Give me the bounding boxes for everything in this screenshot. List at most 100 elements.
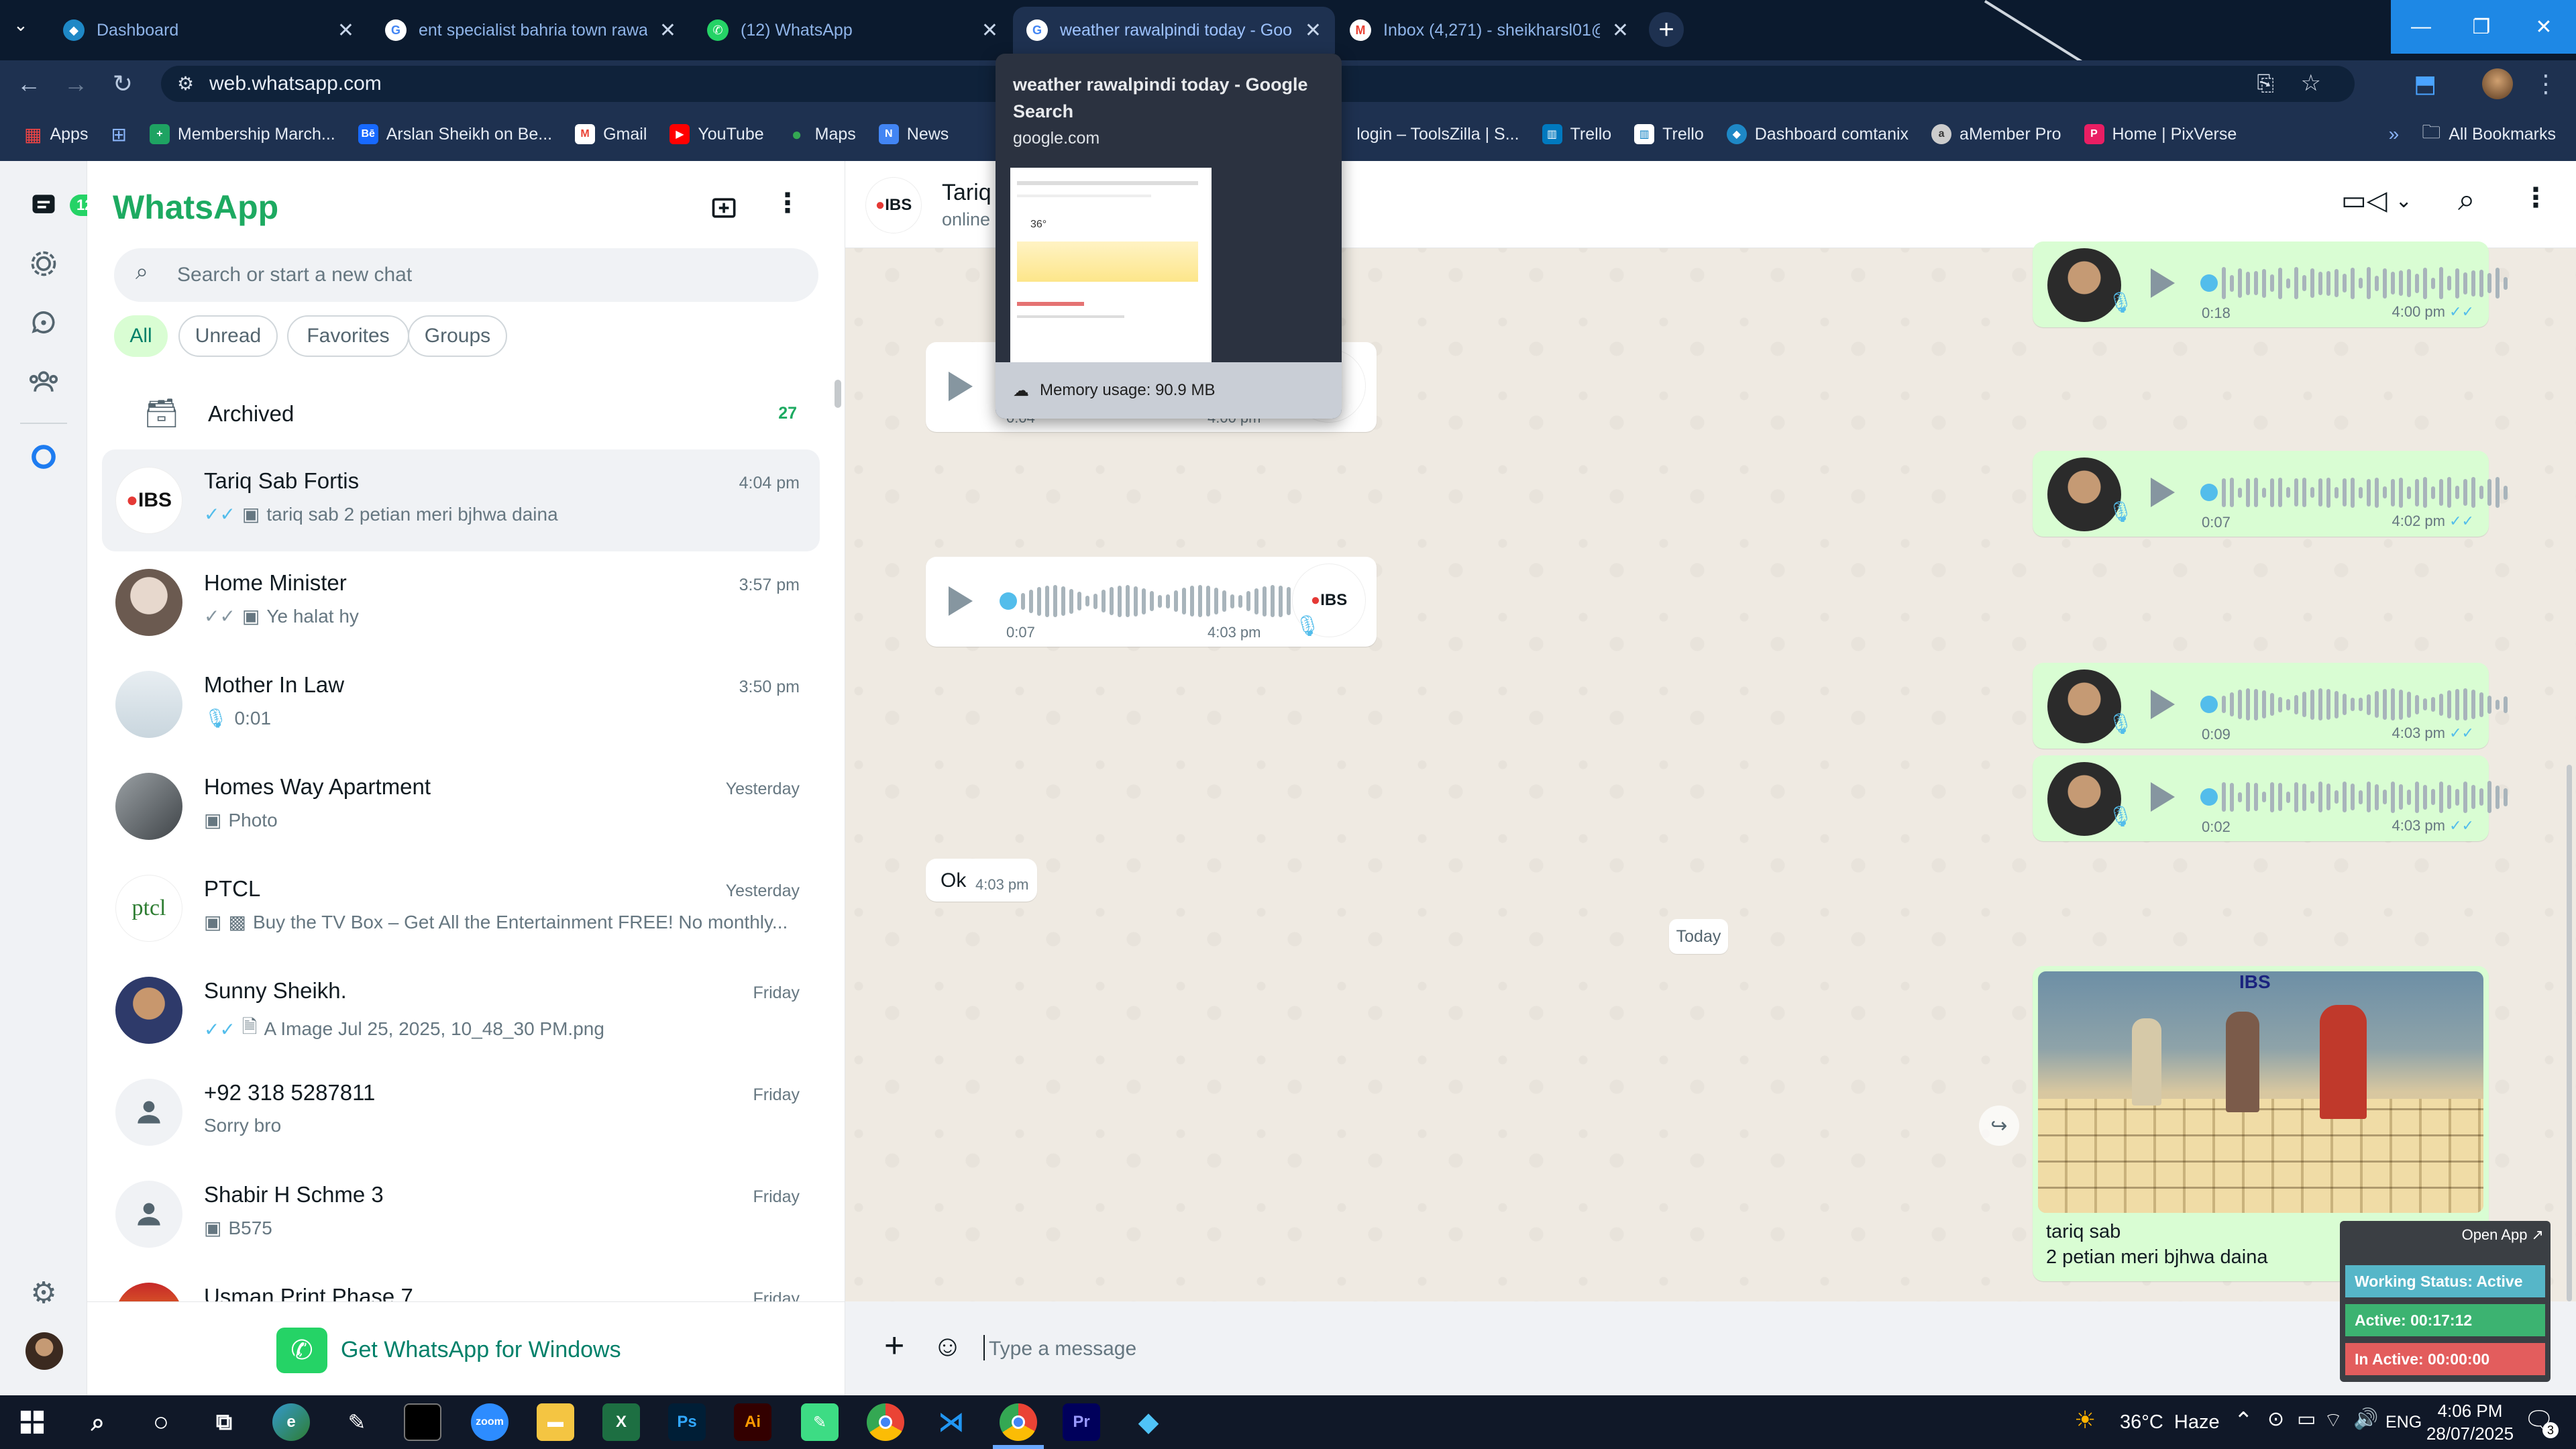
bookmark-amember[interactable]: a aMember Pro bbox=[1931, 124, 2061, 144]
bookmark-trello-2[interactable]: ▥ Trello bbox=[1634, 124, 1704, 144]
communities-nav-button[interactable] bbox=[24, 362, 63, 401]
tab-gmail-inbox[interactable]: M Inbox (4,271) - sheikharsl01@g ✕ bbox=[1336, 7, 1642, 54]
voice-waveform[interactable] bbox=[2200, 466, 2508, 519]
close-tab-icon[interactable]: ✕ bbox=[337, 19, 354, 42]
bookmark-youtube[interactable]: ▶ YouTube bbox=[669, 124, 764, 144]
bookmark-comtanix[interactable]: ◆ Dashboard comtanix bbox=[1726, 124, 1909, 144]
edge-icon[interactable]: e bbox=[272, 1403, 310, 1441]
chrome-active-icon[interactable] bbox=[1000, 1403, 1037, 1441]
close-tab-icon[interactable]: ✕ bbox=[659, 19, 676, 42]
voice-waveform[interactable] bbox=[1000, 574, 1307, 628]
sticker-emoji-icon[interactable]: ☺ bbox=[932, 1330, 963, 1363]
settings-nav-button[interactable]: ⚙ bbox=[24, 1273, 63, 1312]
tray-wifi-icon[interactable]: ⌔ bbox=[2324, 1407, 2343, 1433]
search-icon[interactable]: ⌕ bbox=[2458, 181, 2475, 219]
illustrator-icon[interactable]: Ai bbox=[734, 1403, 771, 1441]
premiere-icon[interactable]: Pr bbox=[1063, 1403, 1100, 1441]
chrome-menu-icon[interactable]: ⋮ bbox=[2529, 67, 2563, 101]
chrome-icon[interactable] bbox=[867, 1403, 904, 1441]
clock-time[interactable]: 4:06 PM bbox=[2423, 1401, 2517, 1421]
conversation-scrollbar[interactable] bbox=[2567, 765, 2572, 1301]
tray-network-icon[interactable]: ⊙ bbox=[2267, 1407, 2284, 1431]
tray-monitor-icon[interactable]: ▭ bbox=[2297, 1407, 2316, 1431]
chat-row[interactable]: ●IBS Tariq Sab Fortis 4:04 pm ✓✓ ▣ tariq s… bbox=[102, 449, 820, 551]
back-arrow-icon[interactable]: ← bbox=[12, 67, 46, 101]
weather-text[interactable]: 36°C Haze bbox=[2120, 1411, 2220, 1434]
weather-icon[interactable]: ☀ bbox=[2074, 1406, 2096, 1434]
bookmark-maps[interactable]: ● Maps bbox=[787, 124, 856, 144]
bookmark-star-icon[interactable]: ☆ bbox=[2301, 70, 2321, 97]
voice-waveform[interactable] bbox=[2200, 678, 2508, 731]
extensions-puzzle-icon[interactable]: ⬒ bbox=[2408, 67, 2442, 101]
pen-tool-icon[interactable]: ✎ bbox=[338, 1403, 376, 1441]
file-explorer-icon[interactable]: ▬ bbox=[537, 1403, 574, 1441]
tab-search-chevron-icon[interactable]: ⌄ bbox=[13, 15, 28, 36]
status-nav-button[interactable] bbox=[24, 244, 63, 283]
video-call-button[interactable]: ▭◁ ⌄ bbox=[2341, 185, 2412, 216]
close-tab-icon[interactable]: ✕ bbox=[1612, 19, 1629, 42]
close-tab-icon[interactable]: ✕ bbox=[1305, 19, 1322, 42]
tray-volume-icon[interactable]: 🔊 bbox=[2353, 1407, 2378, 1431]
site-info-icon[interactable]: ⚙ bbox=[177, 72, 194, 95]
bookmarks-overflow-chevron-icon[interactable]: » bbox=[2389, 123, 2400, 145]
restore-button[interactable]: ❐ bbox=[2451, 0, 2512, 54]
chat-row[interactable]: +92 318 5287811 Friday Sorry bro bbox=[102, 1061, 820, 1163]
play-button[interactable] bbox=[2151, 478, 2175, 507]
message-input[interactable]: Type a message bbox=[979, 1318, 2422, 1379]
forward-button[interactable]: ↪ bbox=[1979, 1106, 2019, 1146]
archived-row[interactable]: 🗃 Archived 27 bbox=[87, 376, 832, 449]
chat-row[interactable]: ptcl PTCL Yesterday ▣ ▩ Buy the TV Box – G… bbox=[102, 857, 820, 959]
language-indicator[interactable]: ENG bbox=[2385, 1413, 2422, 1432]
comtanix-app-icon[interactable]: ◆ bbox=[1130, 1403, 1167, 1441]
tab-ent-specialist[interactable]: G ent specialist bahria town rawal ✕ bbox=[372, 7, 690, 54]
tab-weather[interactable]: G weather rawalpindi today - Goo ✕ bbox=[1013, 7, 1335, 54]
bookmark-grid[interactable]: ⊞ bbox=[111, 123, 126, 146]
chat-row[interactable]: Home Minister 3:57 pm ✓✓ ▣ Ye halat hy bbox=[102, 551, 820, 653]
play-button[interactable] bbox=[2151, 782, 2175, 812]
forward-arrow-icon[interactable]: → bbox=[59, 67, 93, 101]
open-app-button[interactable]: Open App ↗ bbox=[2462, 1226, 2544, 1244]
voice-waveform[interactable] bbox=[2200, 770, 2508, 824]
green-app-icon[interactable]: ✎ bbox=[801, 1403, 839, 1441]
search-input[interactable]: ⌕ Search or start a new chat bbox=[114, 248, 818, 302]
vscode-icon[interactable]: ⋊ bbox=[932, 1403, 970, 1441]
bookmark-trello-1[interactable]: ▥ Trello bbox=[1542, 124, 1611, 144]
profile-avatar[interactable] bbox=[2482, 68, 2513, 99]
excel-icon[interactable]: X bbox=[602, 1403, 640, 1441]
bookmark-pixverse[interactable]: P Home | PixVerse bbox=[2084, 124, 2237, 144]
tab-whatsapp[interactable]: ✆ (12) WhatsApp ✕ bbox=[694, 7, 1012, 54]
play-button[interactable] bbox=[2151, 268, 2175, 298]
clock-date[interactable]: 28/07/2025 bbox=[2423, 1424, 2517, 1444]
cortana-circle-icon[interactable]: ○ bbox=[142, 1403, 180, 1441]
filter-unread[interactable]: Unread bbox=[178, 315, 278, 357]
install-app-icon[interactable]: ⎘ bbox=[2257, 71, 2274, 97]
chats-nav-button[interactable]: 12 bbox=[24, 185, 100, 224]
start-windows-icon[interactable] bbox=[13, 1403, 51, 1441]
meta-ai-button[interactable] bbox=[24, 437, 63, 476]
chat-menu-icon[interactable]: ⋮ bbox=[2522, 182, 2549, 213]
filter-favorites[interactable]: Favorites bbox=[287, 315, 409, 357]
all-bookmarks[interactable]: 🗀 All Bookmarks bbox=[2422, 118, 2576, 150]
bookmark-news[interactable]: N News bbox=[878, 124, 949, 144]
tab-dashboard[interactable]: ◆ Dashboard ✕ bbox=[50, 7, 368, 54]
filter-all[interactable]: All bbox=[114, 315, 168, 357]
play-button[interactable] bbox=[949, 372, 973, 401]
new-chat-button[interactable] bbox=[704, 188, 745, 228]
profile-avatar[interactable] bbox=[25, 1332, 63, 1370]
filter-groups[interactable]: Groups bbox=[408, 315, 507, 357]
shared-photo[interactable]: IBS bbox=[2038, 971, 2483, 1213]
close-tab-icon[interactable]: ✕ bbox=[981, 19, 998, 42]
close-window-button[interactable]: ✕ bbox=[2512, 0, 2576, 54]
chat-row[interactable]: Mother In Law 3:50 pm 🎙 0:01 bbox=[102, 653, 820, 755]
list-scrollbar[interactable] bbox=[835, 380, 841, 408]
play-button[interactable] bbox=[949, 586, 973, 616]
bookmark-membership[interactable]: + Membership March... bbox=[149, 124, 335, 144]
chat-row[interactable]: Shabir H Schme 3 Friday ▣ B575 bbox=[102, 1163, 820, 1265]
list-menu-icon[interactable]: ⋮ bbox=[774, 188, 801, 219]
chat-row[interactable]: Sunny Sheikh. Friday ✓✓ 🗎 A Image Jul 25, … bbox=[102, 959, 820, 1061]
task-view-icon[interactable]: ⧉ bbox=[205, 1403, 243, 1441]
minimize-button[interactable]: — bbox=[2391, 0, 2451, 54]
zoom-icon[interactable]: zoom bbox=[471, 1403, 508, 1441]
chat-row[interactable]: Homes Way Apartment Yesterday ▣ Photo bbox=[102, 755, 820, 857]
tray-chevron-icon[interactable]: ⌃ bbox=[2234, 1407, 2253, 1434]
